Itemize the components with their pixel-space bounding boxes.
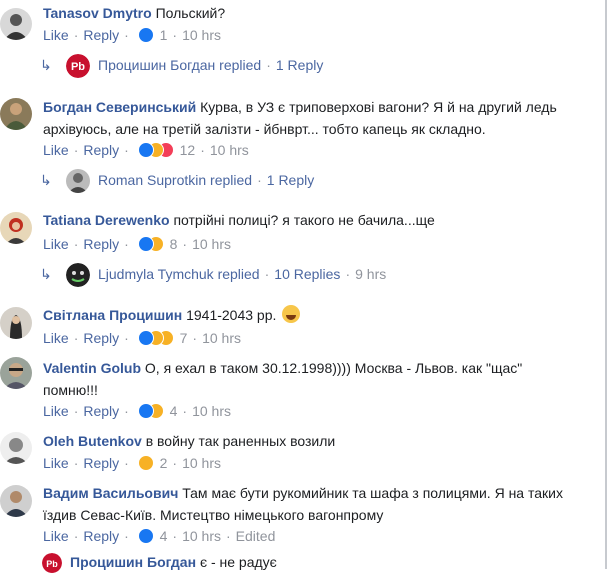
comment-time[interactable]: 10 hrs <box>182 455 221 471</box>
comment-author[interactable]: Tanasov Dmytro <box>43 5 152 21</box>
comment-text: Польский? <box>155 5 226 21</box>
reply-button[interactable]: Reply <box>83 528 119 544</box>
reply-count[interactable]: 1 Reply <box>276 57 323 73</box>
reply-time[interactable]: 9 hrs <box>355 266 386 282</box>
comment-time[interactable]: 10 hrs <box>210 142 249 158</box>
reactions[interactable] <box>137 27 154 43</box>
like-button[interactable]: Like <box>43 528 69 544</box>
comment-text: в войну так раненных возили <box>145 433 336 449</box>
comment-text: потрійні полиці? я такого не бачила...ще <box>173 212 435 228</box>
comment-author[interactable]: Світлана Процишин <box>43 307 182 323</box>
like-reaction-icon <box>137 142 154 158</box>
comment-time[interactable]: 10 hrs <box>202 330 241 346</box>
avatar[interactable]: Pb <box>42 553 62 573</box>
avatar-initials: Pb <box>71 61 85 73</box>
reply-button[interactable]: Reply <box>83 330 119 346</box>
avatar[interactable] <box>0 8 32 40</box>
reactions[interactable] <box>137 528 154 544</box>
partial-reply: Pb Процишин Богдан є - не радує <box>20 553 277 573</box>
reply-arrow-icon: ↳ <box>40 57 52 73</box>
like-reaction-icon <box>137 27 154 43</box>
comment-time[interactable]: 10 hrs <box>192 236 231 252</box>
comment-author[interactable]: Богдан Северинський <box>43 99 196 115</box>
avatar[interactable] <box>0 357 32 389</box>
reply-button[interactable]: Reply <box>83 27 119 43</box>
reactions[interactable] <box>137 142 174 158</box>
replies-link[interactable]: ↳ Roman Suprotkin replied · 1 Reply <box>40 168 314 194</box>
comment-author[interactable]: Oleh Butenkov <box>43 433 142 449</box>
avatar: Pb <box>66 54 90 79</box>
wow-reaction-icon <box>137 455 154 471</box>
comment-time[interactable]: 10 hrs <box>192 403 231 419</box>
reaction-count[interactable]: 7 <box>180 330 188 346</box>
avatar[interactable] <box>0 98 32 130</box>
comment-text: є - не радує <box>199 554 277 570</box>
reply-arrow-icon: ↳ <box>40 172 52 188</box>
like-reaction-icon <box>137 528 154 544</box>
laughing-emoji-icon <box>282 305 301 323</box>
reply-arrow-icon: ↳ <box>40 266 52 282</box>
comment-author[interactable]: Valentin Golub <box>43 360 141 376</box>
like-button[interactable]: Like <box>43 236 69 252</box>
reaction-count[interactable]: 4 <box>160 528 168 544</box>
reactions[interactable] <box>137 330 174 346</box>
reply-author[interactable]: Ljudmyla Tymchuk replied <box>98 266 260 282</box>
reply-author[interactable]: Roman Suprotkin replied <box>98 172 252 188</box>
like-button[interactable]: Like <box>43 142 69 158</box>
reactions[interactable] <box>137 455 154 471</box>
like-button[interactable]: Like <box>43 455 69 471</box>
like-reaction-icon <box>137 236 154 252</box>
edited-label[interactable]: Edited <box>236 528 276 544</box>
reaction-count[interactable]: 12 <box>180 142 196 158</box>
reply-button[interactable]: Reply <box>83 142 119 158</box>
reaction-count[interactable]: 2 <box>160 455 168 471</box>
like-button[interactable]: Like <box>43 27 69 43</box>
reply-button[interactable]: Reply <box>83 236 119 252</box>
reactions[interactable] <box>137 236 164 252</box>
reactions[interactable] <box>137 403 164 419</box>
comment-time[interactable]: 10 hrs <box>182 27 221 43</box>
avatar-initials: Pb <box>46 559 58 569</box>
reply-count[interactable]: 1 Reply <box>267 172 314 188</box>
reaction-count[interactable]: 4 <box>170 403 178 419</box>
reaction-count[interactable]: 1 <box>160 27 168 43</box>
avatar[interactable] <box>0 485 32 517</box>
replies-link[interactable]: ↳ Ljudmyla Tymchuk replied · 10 Replies · 9 h… <box>40 262 386 288</box>
avatar[interactable] <box>0 212 32 244</box>
reply-button[interactable]: Reply <box>83 403 119 419</box>
avatar <box>66 263 90 288</box>
comment-author[interactable]: Процишин Богдан <box>70 554 196 570</box>
comment-author[interactable]: Вадим Васильович <box>43 485 178 501</box>
like-reaction-icon <box>137 403 154 419</box>
comment-text: 1941-2043 рр. <box>186 307 277 323</box>
like-button[interactable]: Like <box>43 330 69 346</box>
like-reaction-icon <box>137 330 154 346</box>
reply-button[interactable]: Reply <box>83 455 119 471</box>
avatar <box>66 169 90 194</box>
comment-time[interactable]: 10 hrs <box>182 528 221 544</box>
replies-link[interactable]: ↳ Pb Процишин Богдан replied · 1 Reply <box>40 53 323 79</box>
avatar[interactable] <box>0 432 32 464</box>
reply-author[interactable]: Процишин Богдан replied <box>98 57 261 73</box>
reply-count[interactable]: 10 Replies <box>274 266 340 282</box>
like-button[interactable]: Like <box>43 403 69 419</box>
reaction-count[interactable]: 8 <box>170 236 178 252</box>
comment-author[interactable]: Tatiana Derewenko <box>43 212 170 228</box>
avatar[interactable] <box>0 307 32 339</box>
